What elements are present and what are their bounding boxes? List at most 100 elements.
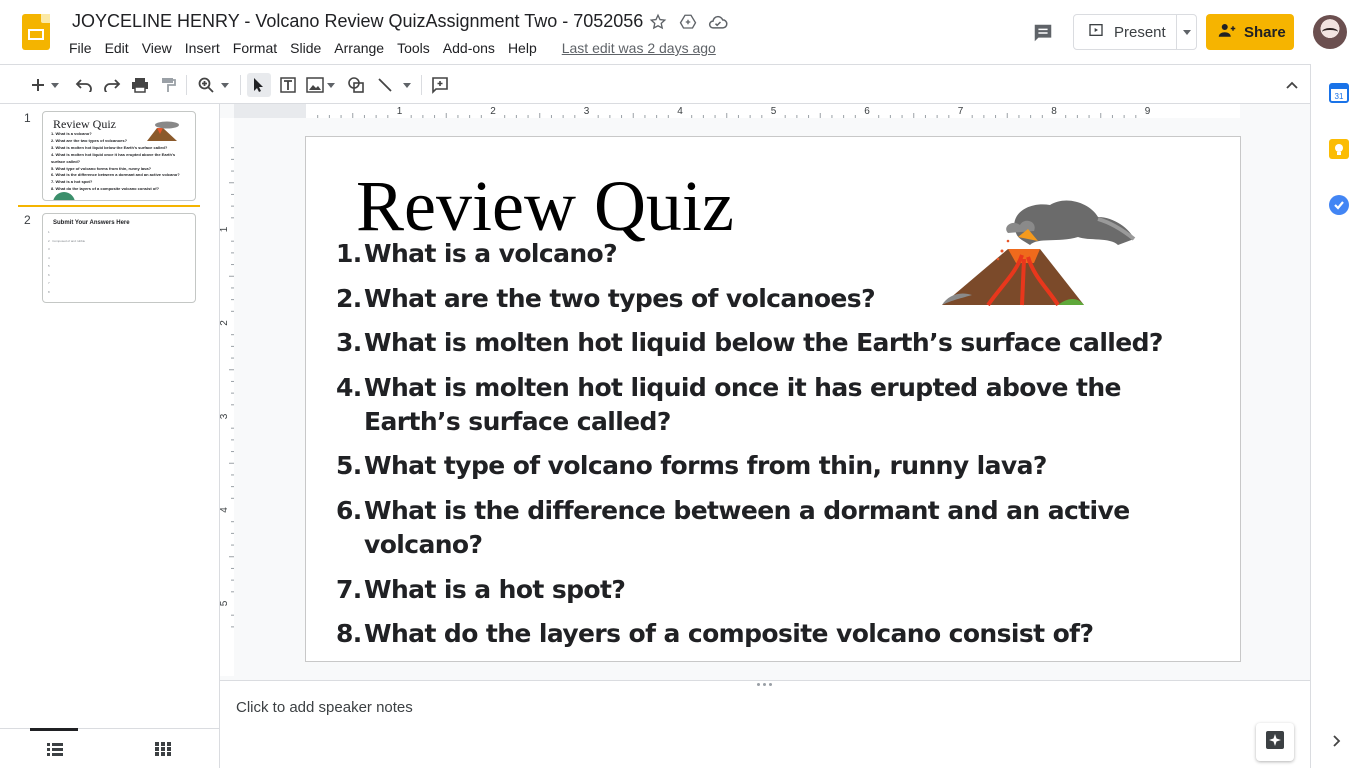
avatar[interactable] (1313, 15, 1347, 49)
select-cursor-icon[interactable] (247, 73, 271, 97)
thumb-line: 6 (48, 272, 50, 277)
line-chevron-icon[interactable] (400, 73, 414, 97)
ruler-label: 2 (490, 106, 496, 117)
slides-app: JOYCELINE HENRY - Volcano Review QuizAss… (0, 0, 1366, 768)
ruler-label: 1 (220, 226, 230, 232)
calendar-icon[interactable]: 31 (1329, 83, 1349, 103)
share-button[interactable]: Share (1206, 14, 1294, 50)
slide-title[interactable]: Review Quiz (356, 165, 734, 248)
slide-number: 2 (24, 213, 31, 227)
slide-thumbnail-2[interactable]: Submit Your Answers Here 1 2 Composed of… (42, 213, 196, 303)
menu-edit[interactable]: Edit (98, 38, 135, 60)
tasks-icon[interactable] (1329, 195, 1349, 215)
svg-text:31: 31 (1335, 92, 1344, 101)
thumb-line: 1 (48, 230, 50, 234)
grid-view-icon[interactable] (108, 729, 218, 768)
print-icon[interactable] (128, 73, 152, 97)
thumb-line: 8. What do the layers of a composite vol… (51, 186, 160, 192)
image-chevron-icon[interactable] (324, 73, 338, 97)
menu-add-ons[interactable]: Add-ons (436, 38, 501, 60)
star-icon[interactable] (648, 12, 668, 32)
menu-help[interactable]: Help (501, 38, 543, 60)
ruler-label: 5 (220, 600, 230, 606)
last-edit-link[interactable]: Last edit was 2 days ago (555, 38, 722, 60)
menu-slide[interactable]: Slide (283, 38, 327, 60)
vertical-ruler[interactable]: 1 2 3 4 5 (220, 118, 234, 676)
thumb-title: Review Quiz (53, 117, 116, 131)
present-button[interactable]: Present (1073, 14, 1177, 50)
document-title[interactable]: JOYCELINE HENRY - Volcano Review QuizAss… (72, 11, 643, 32)
filmstrip-view-icon[interactable] (0, 728, 110, 768)
notes-resize-handle[interactable] (754, 681, 774, 687)
slide-number: 1 (24, 111, 31, 125)
thumb-line: 7. What is a hot spot? (51, 179, 93, 185)
side-panel: 31 (1310, 64, 1366, 768)
keep-icon[interactable] (1329, 139, 1349, 159)
present-icon (1088, 22, 1104, 42)
shape-icon[interactable] (344, 73, 368, 97)
question-item: 7. What is a hot spot? (336, 574, 626, 604)
menu-arrange[interactable]: Arrange (327, 38, 390, 60)
question-item: 6. What is the difference between a dorma… (336, 495, 1130, 559)
thumb-line: 5. What type of volcano forms from thin,… (51, 165, 152, 171)
thumb-title: Submit Your Answers Here (53, 220, 130, 226)
person-add-icon (1218, 22, 1236, 42)
ruler-label: 4 (220, 507, 230, 513)
menu-view[interactable]: View (135, 38, 178, 60)
new-slide-icon[interactable] (26, 73, 50, 97)
add-comment-icon[interactable] (428, 73, 452, 97)
thumb-line: 3. What is molten hot liquid below the E… (51, 144, 168, 150)
active-slide-indicator (18, 205, 200, 207)
menu-bar: File Edit View Insert Format Slide Arran… (62, 38, 722, 60)
redo-icon[interactable] (100, 73, 124, 97)
menu-format[interactable]: Format (226, 38, 283, 60)
ruler-label: 1 (397, 106, 403, 117)
speaker-notes[interactable]: Click to add speaker notes (220, 680, 1310, 768)
explore-sparkle-icon (1265, 730, 1285, 755)
slide-canvas[interactable]: Review Quiz 1. What is a volcano? 2. What … (305, 136, 1241, 662)
undo-icon[interactable] (72, 73, 96, 97)
horizontal-ruler[interactable]: 1 2 3 4 5 6 7 8 9 (306, 104, 1240, 118)
zoom-icon[interactable] (194, 73, 218, 97)
app-header: JOYCELINE HENRY - Volcano Review QuizAss… (0, 0, 1347, 64)
thumb-line: 2 Composed of and rubble (48, 238, 86, 243)
thumb-line: 3 (48, 247, 50, 251)
collapse-toolbar-chevron-icon[interactable] (1280, 73, 1304, 97)
ruler-label: 2 (220, 320, 230, 326)
slide-thumbnail-1[interactable]: Review Quiz 1. What is a volcano? 2. Wha… (42, 111, 196, 201)
line-icon[interactable] (373, 73, 397, 97)
thumb-line: 5 (48, 264, 50, 268)
explore-button[interactable] (1256, 723, 1294, 761)
ruler-label: 5 (771, 106, 777, 117)
speaker-notes-placeholder[interactable]: Click to add speaker notes (236, 699, 413, 716)
question-list[interactable]: 1. What is a volcano? 2. What are the two … (336, 237, 1166, 662)
ruler-label: 7 (958, 106, 964, 117)
slides-logo-icon[interactable] (22, 14, 50, 50)
menu-tools[interactable]: Tools (390, 38, 436, 60)
ruler-label: 3 (584, 106, 590, 117)
ruler-label: 9 (1145, 106, 1151, 117)
menu-file[interactable]: File (62, 38, 98, 60)
comment-history-icon[interactable] (1029, 19, 1057, 47)
show-side-panel-chevron-icon[interactable] (1331, 734, 1341, 753)
thumb-line: 7 (48, 281, 50, 285)
new-slide-layout-chevron-icon[interactable] (48, 73, 62, 97)
cloud-saved-icon[interactable] (708, 12, 728, 32)
zoom-chevron-icon[interactable] (218, 73, 232, 97)
thumb-line: 6. What is the difference between a dorm… (51, 172, 180, 178)
question-item: 1. What is a volcano? (336, 239, 618, 268)
present-label: Present (1114, 23, 1166, 41)
menu-insert[interactable]: Insert (178, 38, 226, 60)
avatar-badge-icon (53, 192, 75, 200)
question-item: 4. What is molten hot liquid once it has … (336, 372, 1122, 436)
question-item: 2. What are the two types of volcanoes? (336, 283, 876, 313)
question-item: 5. What type of volcano forms from thin, … (336, 451, 1047, 481)
move-to-drive-icon[interactable] (678, 12, 698, 32)
ruler-label: 6 (864, 106, 870, 117)
paint-format-icon[interactable] (156, 73, 180, 97)
text-box-icon[interactable] (276, 73, 300, 97)
present-options-button[interactable] (1176, 14, 1197, 50)
slide-workspace: 1 2 3 4 5 6 7 8 9 1 2 3 4 5 Review Quiz 1. What is a … (220, 104, 1310, 680)
ruler-label: 4 (677, 106, 683, 117)
thumb-line: 4. What is molten hot liquid once it has… (51, 151, 176, 164)
